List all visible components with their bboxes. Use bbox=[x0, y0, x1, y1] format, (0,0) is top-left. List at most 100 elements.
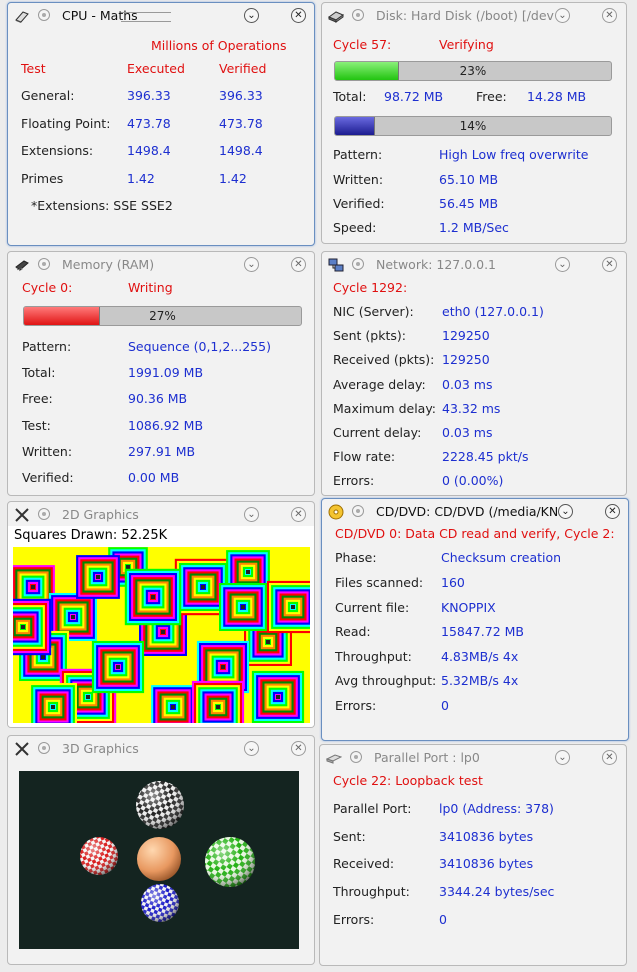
sticky-icon[interactable] bbox=[38, 258, 50, 270]
graphics2d-panel: 2D Graphics ⌄ ✕ Squares Drawn: 52.25K bbox=[7, 501, 315, 728]
network-panel: Network: 127.0.0.1 ⌄ ✕ Cycle 1292: NIC (… bbox=[321, 251, 627, 496]
extensions-note: *Extensions: SSE SSE2 bbox=[31, 198, 173, 213]
pattern-label: Pattern: bbox=[22, 339, 72, 354]
sticky-icon[interactable] bbox=[352, 9, 364, 21]
cpu-titlebar[interactable]: CPU - Maths ⌄ ✕ bbox=[8, 3, 314, 29]
col-test: Test bbox=[21, 61, 46, 76]
sphere-shading bbox=[136, 781, 184, 829]
parallel-titlebar[interactable]: Parallel Port : lp0 ⌄ ✕ bbox=[320, 745, 626, 771]
received-label: Received (pkts): bbox=[333, 352, 435, 367]
graphics3d-titlebar[interactable]: 3D Graphics ⌄ ✕ bbox=[8, 736, 314, 762]
sticky-icon[interactable] bbox=[38, 508, 50, 520]
free-value: 90.36 MB bbox=[128, 391, 188, 406]
window-title: Memory (RAM) bbox=[62, 257, 155, 272]
row-verified: 396.33 bbox=[219, 88, 263, 103]
written-label: Written: bbox=[22, 444, 73, 459]
total-value: 1991.09 MB bbox=[128, 365, 204, 380]
row-label: Primes bbox=[21, 171, 64, 186]
close-button[interactable]: ✕ bbox=[291, 507, 306, 522]
cddvd-titlebar[interactable]: CD/DVD: CD/DVD (/media/KN ⌄ ✕ bbox=[322, 499, 628, 525]
total-label: Total: bbox=[333, 89, 367, 104]
test-value: 1086.92 MB bbox=[128, 418, 204, 433]
progress-bar: 14% bbox=[334, 116, 612, 136]
sphere-orange bbox=[137, 837, 181, 881]
nic-value: eth0 (127.0.0.1) bbox=[442, 304, 544, 319]
sticky-icon[interactable] bbox=[38, 9, 50, 21]
errors-label: Errors: bbox=[333, 473, 375, 488]
close-button[interactable]: ✕ bbox=[602, 750, 617, 765]
close-button[interactable]: ✕ bbox=[605, 504, 620, 519]
cddvd-panel: CD/DVD: CD/DVD (/media/KN ⌄ ✕ CD/DVD 0: … bbox=[321, 498, 629, 741]
close-button[interactable]: ✕ bbox=[291, 257, 306, 272]
written-label: Written: bbox=[333, 172, 384, 187]
square-center bbox=[21, 625, 25, 629]
graphics2d-titlebar[interactable]: 2D Graphics ⌄ ✕ bbox=[8, 502, 314, 528]
cycle-label: Cycle 0: bbox=[22, 280, 73, 295]
row-label: General: bbox=[21, 88, 75, 103]
network-titlebar[interactable]: Network: 127.0.0.1 ⌄ ✕ bbox=[322, 252, 626, 278]
close-button[interactable]: ✕ bbox=[291, 741, 306, 756]
speed-label: Speed: bbox=[333, 220, 377, 235]
shade-button[interactable]: ⌄ bbox=[555, 750, 570, 765]
flow-rate-label: Flow rate: bbox=[333, 449, 396, 464]
progress-text: 27% bbox=[149, 309, 176, 323]
avg-delay-label: Average delay: bbox=[333, 377, 426, 392]
parallel-port-icon bbox=[326, 754, 342, 764]
disk-panel: Disk: Hard Disk (/boot) [/dev ⌄ ✕ Cycle … bbox=[321, 2, 627, 244]
test-label: Test: bbox=[22, 418, 51, 433]
written-value: 65.10 MB bbox=[439, 172, 499, 187]
window-title: 2D Graphics bbox=[62, 507, 139, 522]
sphere-shading bbox=[80, 837, 118, 875]
close-button[interactable]: ✕ bbox=[602, 257, 617, 272]
shade-button[interactable]: ⌄ bbox=[244, 507, 259, 522]
shade-button[interactable]: ⌄ bbox=[555, 257, 570, 272]
row-executed: 473.78 bbox=[127, 116, 171, 131]
squares-canvas bbox=[13, 547, 310, 723]
shade-button[interactable]: ⌄ bbox=[244, 8, 259, 23]
disk-titlebar[interactable]: Disk: Hard Disk (/boot) [/dev ⌄ ✕ bbox=[322, 3, 626, 29]
col-executed: Executed bbox=[127, 61, 185, 76]
sticky-icon[interactable] bbox=[352, 505, 364, 517]
window-title: 3D Graphics bbox=[62, 741, 139, 756]
sticky-icon[interactable] bbox=[352, 258, 364, 270]
shade-button[interactable]: ⌄ bbox=[244, 741, 259, 756]
row-executed: 396.33 bbox=[127, 88, 171, 103]
row-label: Extensions: bbox=[21, 143, 94, 158]
col-verified: Verified bbox=[219, 61, 267, 76]
sent-label: Sent (pkts): bbox=[333, 328, 406, 343]
square-center bbox=[201, 585, 205, 589]
book-icon bbox=[15, 11, 29, 23]
received-value: 3410836 bytes bbox=[439, 856, 534, 871]
close-button[interactable]: ✕ bbox=[291, 8, 306, 23]
shade-button[interactable]: ⌄ bbox=[555, 8, 570, 23]
read-value: 15847.72 MB bbox=[441, 624, 524, 639]
free-value: 14.28 MB bbox=[527, 89, 587, 104]
errors-value: 0 bbox=[439, 912, 447, 927]
total-value: 98.72 MB bbox=[384, 89, 444, 104]
pattern-value: Sequence (0,1,2...255) bbox=[128, 339, 271, 354]
sticky-icon[interactable] bbox=[38, 742, 50, 754]
read-label: Read: bbox=[335, 624, 371, 639]
shade-button[interactable]: ⌄ bbox=[558, 504, 573, 519]
sticky-icon[interactable] bbox=[350, 751, 362, 763]
cycle-label: Cycle 1292: bbox=[333, 280, 408, 295]
hard-disk-icon bbox=[328, 11, 344, 23]
current-file-value: KNOPPIX bbox=[441, 600, 496, 615]
files-scanned-value: 160 bbox=[441, 575, 465, 590]
window-title: CD/DVD: CD/DVD (/media/KN bbox=[376, 504, 559, 519]
current-delay-label: Current delay: bbox=[333, 425, 422, 440]
square-center bbox=[221, 665, 225, 669]
verified-value: 56.45 MB bbox=[439, 196, 499, 211]
square-center bbox=[291, 605, 295, 609]
current-file-label: Current file: bbox=[335, 600, 410, 615]
row-verified: 1498.4 bbox=[219, 143, 263, 158]
shade-button[interactable]: ⌄ bbox=[244, 257, 259, 272]
square-center bbox=[216, 705, 220, 709]
verified-label: Verified: bbox=[22, 470, 74, 485]
memory-titlebar[interactable]: Memory (RAM) ⌄ ✕ bbox=[8, 252, 314, 278]
row-executed: 1498.4 bbox=[127, 143, 171, 158]
window-title: Network: 127.0.0.1 bbox=[376, 257, 497, 272]
square-center bbox=[276, 695, 280, 699]
phase-label: Phase: bbox=[335, 550, 377, 565]
close-button[interactable]: ✕ bbox=[602, 8, 617, 23]
